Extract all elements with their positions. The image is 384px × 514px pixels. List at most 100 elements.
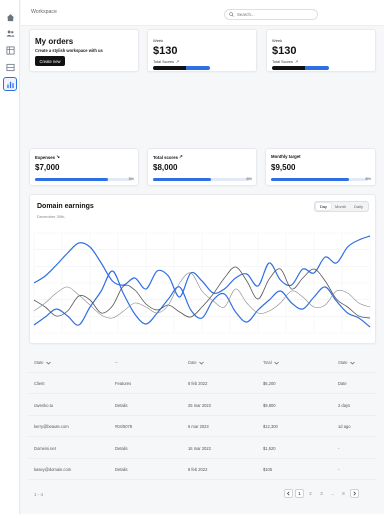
earnings-date: December 30th, bbox=[37, 214, 66, 219]
table-cell: $12,300 bbox=[263, 424, 278, 429]
tab-day[interactable]: Day bbox=[315, 203, 331, 210]
table-cell: Date bbox=[338, 381, 347, 386]
progress-fill bbox=[271, 178, 349, 181]
home-icon[interactable] bbox=[3, 10, 17, 24]
trend-down-icon: ↘ bbox=[56, 154, 60, 159]
table-cell: - bbox=[338, 445, 340, 451]
total-scores-progress bbox=[153, 178, 250, 181]
column-header[interactable]: State bbox=[34, 360, 51, 365]
table-header-row: State -- Date Total State bbox=[28, 352, 376, 373]
progress-fill bbox=[153, 178, 212, 181]
page-3-button[interactable]: 3 bbox=[317, 489, 326, 498]
chevron-left-icon bbox=[287, 491, 290, 496]
monthly-target-card: Monthly target $9,500 8% bbox=[265, 148, 376, 186]
pagination-info: 1 - 4 bbox=[34, 492, 44, 497]
table-row[interactable]: ravenko.tu Details 25 mar 2022 $9,800 2 days bbox=[28, 395, 376, 416]
bar-chart-icon[interactable] bbox=[3, 77, 17, 91]
orders-card: My orders Create a stylish workspace wit… bbox=[29, 29, 139, 72]
total-scores-label: Total Scores ↗ bbox=[272, 59, 299, 65]
pagination: 1 2 3... 8 bbox=[284, 489, 359, 498]
earnings-title: Domain earnings bbox=[37, 203, 94, 210]
orders-subtitle: Create a stylish workspace with us bbox=[35, 48, 103, 53]
domain-earnings-card: Domain earnings December 30th, Day Month… bbox=[29, 194, 376, 344]
page-ellipsis-button: ... bbox=[330, 491, 335, 496]
table-cell: Client bbox=[34, 381, 45, 386]
column-header-label: State bbox=[34, 360, 44, 365]
trend-up-icon: ↗ bbox=[294, 60, 299, 64]
table-cell: $1,520 bbox=[263, 445, 276, 451]
column-header-label: Total bbox=[263, 360, 272, 365]
table-cell: $6,200 bbox=[263, 381, 276, 386]
monthly-target-progress bbox=[271, 178, 368, 181]
table-row[interactable]: kasey@domain.com Details 8 feb 2022 $105 - bbox=[28, 459, 376, 480]
next-page-button[interactable] bbox=[350, 489, 359, 498]
week-label: Week bbox=[272, 38, 283, 43]
table-cell: $105 bbox=[263, 467, 273, 472]
week-label: Week bbox=[153, 38, 164, 43]
table-cell: Domeini.net bbox=[34, 445, 56, 451]
week-value: $130 bbox=[153, 45, 178, 57]
table-cell: ravenko.tu bbox=[34, 402, 54, 408]
users-icon[interactable] bbox=[3, 26, 17, 40]
table-cell: #04/5078 bbox=[115, 424, 133, 429]
monthly-target-label: Monthly target bbox=[271, 154, 301, 159]
table-cell: 1d ago bbox=[338, 424, 351, 429]
chevron-down-icon bbox=[45, 361, 51, 364]
chevron-right-icon bbox=[353, 491, 356, 496]
monthly-target-value: $9,500 bbox=[271, 163, 296, 172]
page-2-button[interactable]: 2 bbox=[306, 489, 315, 498]
page-1-button[interactable]: 1 bbox=[295, 489, 304, 498]
page-8-button[interactable]: 8 bbox=[339, 489, 348, 498]
search-box[interactable] bbox=[224, 9, 318, 20]
chevron-down-icon bbox=[198, 361, 204, 364]
expenses-value: $7,000 bbox=[35, 163, 60, 172]
total-scores-percent: 6% bbox=[246, 177, 253, 181]
table-cell: Features bbox=[115, 381, 132, 386]
column-header-label: State bbox=[338, 360, 348, 365]
chevron-down-icon bbox=[273, 361, 279, 364]
column-header: -- bbox=[115, 360, 118, 365]
prev-page-button[interactable] bbox=[284, 489, 293, 498]
tab-daily[interactable]: Daily bbox=[350, 203, 367, 210]
chevron-down-icon bbox=[349, 361, 355, 364]
table-row[interactable]: Client Features 8 feb 2022 $6,200 Date bbox=[28, 373, 376, 394]
table-cell: 8 feb 2022 bbox=[188, 467, 208, 472]
week-card: Week $130 Total Scores ↗ bbox=[147, 29, 257, 72]
table-cell: $9,800 bbox=[263, 402, 276, 408]
total-scores-text: Total Scores bbox=[153, 59, 174, 64]
score-bar bbox=[272, 66, 329, 70]
trend-up-icon: ↗ bbox=[179, 154, 183, 159]
table-cell: kasey@domain.com bbox=[34, 467, 72, 472]
table-row[interactable]: kerry@beaute.com #04/5078 6 mar 2023 $12,30… bbox=[28, 416, 376, 437]
expenses-label: Expenses bbox=[35, 154, 56, 160]
column-header[interactable]: Total bbox=[263, 360, 279, 365]
table-cell: 2 days bbox=[338, 402, 351, 408]
expenses-progress bbox=[35, 178, 132, 181]
total-scores-metric-label: Total scores bbox=[153, 154, 178, 160]
week-card: Week $130 Total Scores ↗ bbox=[266, 29, 376, 72]
earnings-line-chart bbox=[33, 232, 371, 334]
column-header-label: -- bbox=[115, 360, 118, 365]
total-scores-value: $8,000 bbox=[153, 163, 178, 172]
table-cell: - bbox=[338, 467, 340, 472]
table-cell: 25 mar 2022 bbox=[188, 402, 211, 408]
table-cell: kerry@beaute.com bbox=[34, 424, 69, 429]
expenses-card: Expenses ↘ $7,000 3% bbox=[29, 148, 139, 186]
table-cell: Details bbox=[115, 402, 128, 408]
search-input[interactable] bbox=[237, 10, 317, 19]
expenses-percent: 3% bbox=[128, 177, 135, 181]
table-cell: 8 feb 2022 bbox=[188, 381, 208, 386]
week-value: $130 bbox=[272, 45, 297, 57]
orders-title: My orders bbox=[35, 37, 74, 46]
inbox-icon[interactable] bbox=[3, 60, 17, 74]
column-header[interactable]: Date bbox=[188, 360, 204, 365]
total-scores-label: Total Scores ↗ bbox=[153, 59, 179, 65]
table-row[interactable]: Domeini.net Details 16 mar 2022 $1,520 - bbox=[28, 438, 376, 459]
column-header[interactable]: State bbox=[338, 360, 355, 365]
table-cell: 16 mar 2022 bbox=[188, 445, 211, 451]
table-icon[interactable] bbox=[3, 43, 17, 57]
create-new-button[interactable]: Create new bbox=[35, 56, 65, 66]
table-cell: 6 mar 2023 bbox=[188, 424, 209, 429]
tab-month[interactable]: Month bbox=[331, 203, 350, 210]
monthly-target-percent: 8% bbox=[365, 177, 372, 181]
